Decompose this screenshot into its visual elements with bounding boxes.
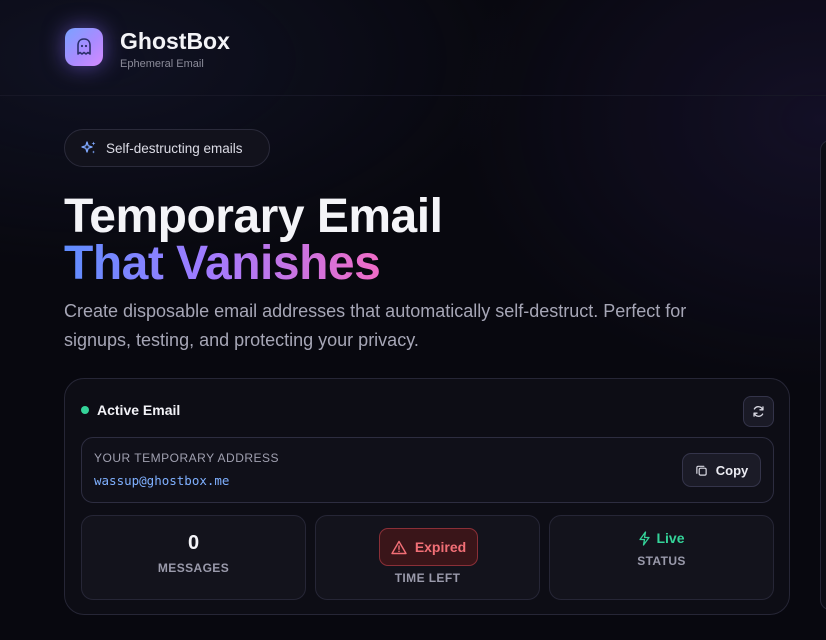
- active-email-card: Active Email YOUR TEMPORARY ADDRESS wass…: [64, 378, 790, 615]
- alert-triangle-icon: [391, 540, 407, 554]
- refresh-icon: [753, 406, 764, 417]
- copy-icon: [696, 465, 707, 476]
- refresh-button[interactable]: [743, 396, 774, 427]
- logo[interactable]: [65, 28, 103, 66]
- sparkles-icon: [81, 141, 96, 154]
- brand-tagline: Ephemeral Email: [120, 58, 204, 70]
- messages-label: MESSAGES: [157, 561, 230, 575]
- hero-description: Create disposable email addresses that a…: [64, 301, 687, 350]
- temporary-address-label: YOUR TEMPORARY ADDRESS: [94, 451, 280, 465]
- ghost-icon: [77, 38, 91, 55]
- time-left-label: TIME LEFT: [394, 571, 461, 585]
- temporary-address-box: YOUR TEMPORARY ADDRESS wassup@ghostbox.m…: [81, 437, 774, 503]
- feature-badge-label: Self-destructing emails: [106, 140, 243, 156]
- copy-button[interactable]: Copy: [682, 453, 761, 487]
- active-email-label: Active Email: [97, 402, 181, 418]
- temporary-address-value[interactable]: wassup@ghostbox.me: [94, 473, 229, 488]
- expired-badge: Expired: [379, 528, 478, 566]
- active-status-dot: [81, 406, 89, 414]
- feature-badge: Self-destructing emails: [64, 129, 270, 167]
- copy-button-label: Copy: [715, 462, 749, 478]
- hero-title-line2: That Vanishes: [64, 237, 381, 290]
- status-label: STATUS: [637, 554, 686, 568]
- live-status-text: Live: [656, 530, 685, 546]
- app-header: GhostBox Ephemeral Email: [0, 0, 826, 96]
- time-left-stat: Expired TIME LEFT: [315, 515, 540, 600]
- live-indicator: Live: [550, 530, 773, 546]
- status-stat: Live STATUS: [549, 515, 774, 600]
- side-panel-edge: [820, 140, 826, 610]
- messages-count: 0: [187, 532, 200, 554]
- expired-text: Expired: [414, 539, 467, 555]
- messages-stat: 0 MESSAGES: [81, 515, 306, 600]
- zap-icon: [639, 530, 651, 546]
- brand-name[interactable]: GhostBox: [120, 28, 230, 55]
